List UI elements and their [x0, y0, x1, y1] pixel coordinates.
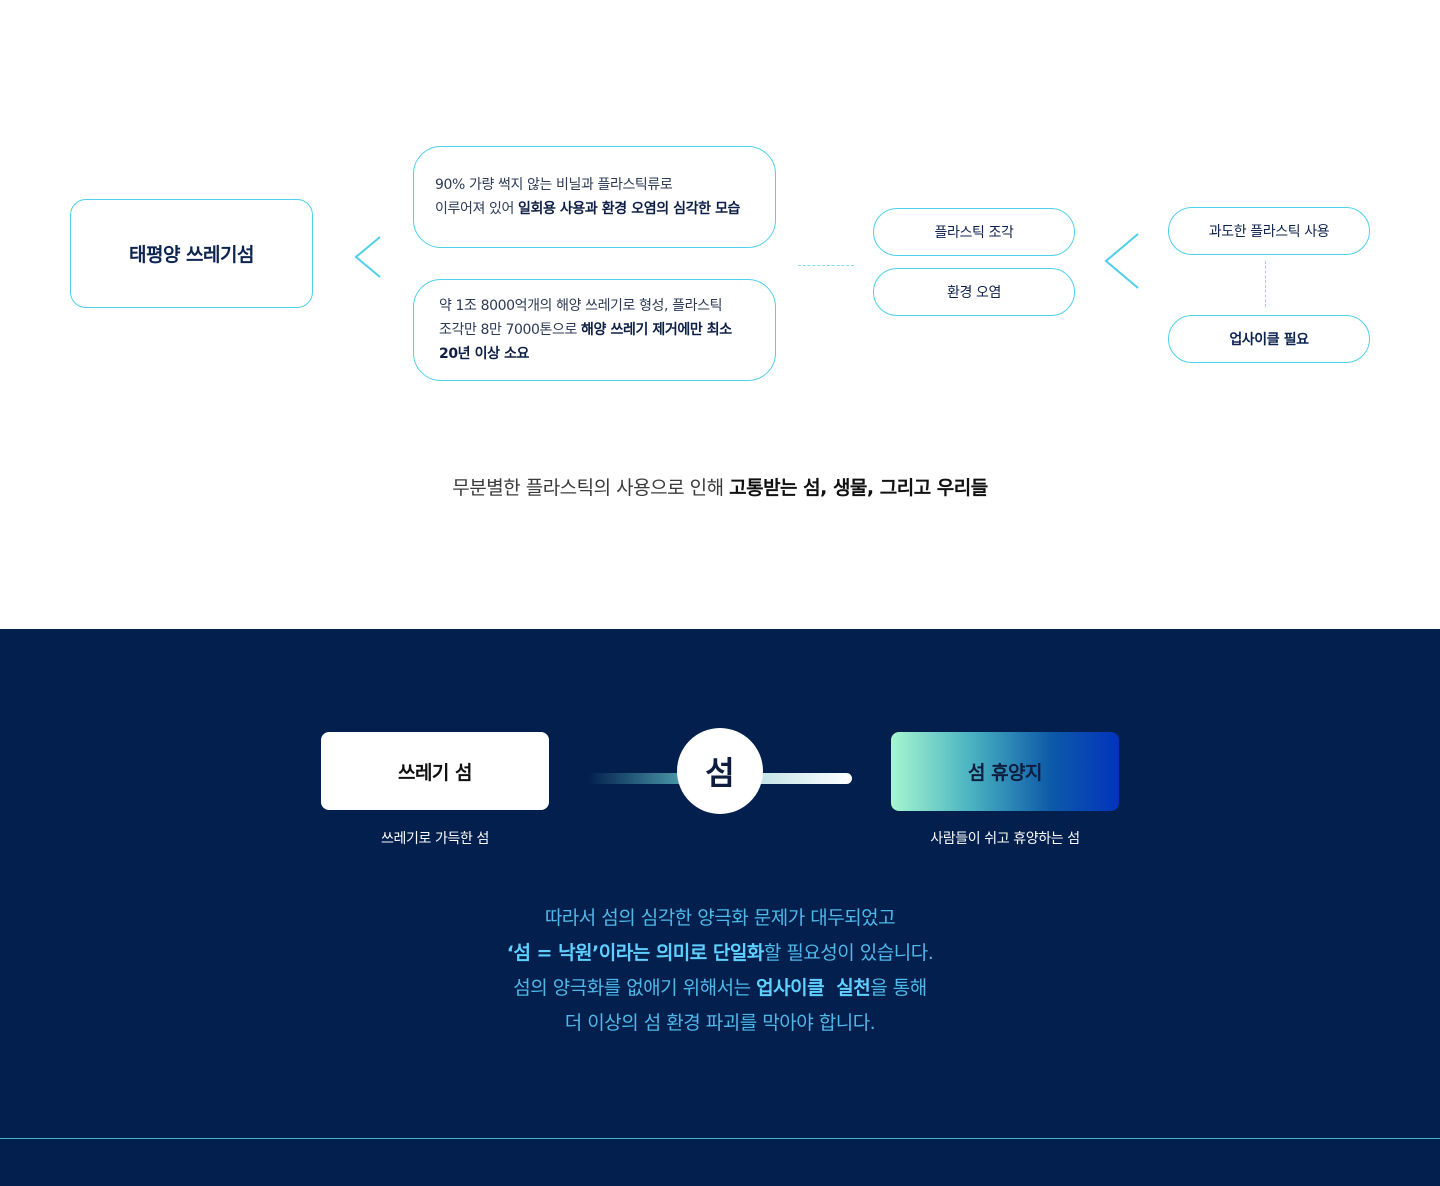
desc2-line2-plain: 조각만 8만 7000톤으로	[439, 322, 582, 338]
statement-line3-bold: 업사이클 실천	[756, 977, 871, 999]
statement-line4: 더 이상의 섬 환경 파괴를 막아야 합니다.	[564, 1012, 876, 1034]
island-circle-label: 섬	[705, 754, 735, 792]
main-topic-label: 태평양 쓰레기섬	[129, 244, 254, 266]
statement-line3-plain-a: 섬의 양극화를 없애기 위해서는	[513, 977, 757, 999]
desc1-line1: 90% 가량 썩지 않는 비닐과 플라스틱류로	[435, 177, 673, 193]
bottom-divider	[0, 1138, 1440, 1139]
desc2-line1: 약 1조 8000억개의 해양 쓰레기로 형성, 플라스틱	[439, 298, 723, 314]
cause-pill-plastic-pieces: 플라스틱 조각	[873, 208, 1075, 256]
tagline-bold: 고통받는 섬, 생물, 그리고 우리들	[729, 477, 988, 499]
desc2-line3: 20년 이상 소요	[439, 342, 775, 366]
connector-dashed-horizontal	[798, 265, 854, 266]
root-pill-upcycle: 업사이클 필요	[1168, 315, 1370, 363]
statement-line3: 섬의 양극화를 없애기 위해서는 업사이클 실천을 통해	[0, 971, 1440, 1006]
desc1-line2-bold: 일회용 사용과 환경 오염의 심각한 모습	[517, 201, 741, 217]
chevron-left-icon	[354, 236, 381, 278]
resort-island-label: 섬 휴양지	[967, 762, 1043, 784]
cause-pill-pollution-label: 환경 오염	[947, 285, 1001, 301]
description-box-1: 90% 가량 썩지 않는 비닐과 플라스틱류로 이루어져 있어 일회용 사용과 …	[413, 146, 776, 248]
cause-pill-plastic-pieces-label: 플라스틱 조각	[934, 225, 1014, 241]
cause-pill-pollution: 환경 오염	[873, 268, 1075, 316]
problem-flow-section: 태평양 쓰레기섬 90% 가량 썩지 않는 비닐과 플라스틱류로 이루어져 있어…	[0, 0, 1440, 629]
desc1-line2: 이루어져 있어 일회용 사용과 환경 오염의 심각한 모습	[435, 197, 775, 221]
tagline-plain: 무분별한 플라스틱의 사용으로 인해	[452, 477, 730, 499]
gradient-connector-left	[588, 773, 688, 784]
desc2-line2-bold: 해양 쓰레기 제거에만 최소	[581, 322, 732, 338]
trash-island-caption: 쓰레기로 가득한 섬	[381, 831, 489, 847]
resort-island-caption: 사람들이 쉬고 휴양하는 섬	[930, 831, 1080, 847]
desc2-line3-bold: 20년 이상 소요	[439, 346, 530, 362]
gradient-connector-right	[752, 773, 852, 784]
resort-island-box: 섬 휴양지	[891, 732, 1119, 811]
statement-line1: 따라서 섬의 심각한 양극화 문제가 대두되었고	[544, 907, 896, 929]
desc2-line2: 조각만 8만 7000톤으로 해양 쓰레기 제거에만 최소	[439, 318, 775, 342]
trash-island-box: 쓰레기 섬	[321, 732, 549, 810]
main-topic-box: 태평양 쓰레기섬	[70, 199, 313, 308]
connector-dashed-vertical	[1265, 261, 1266, 307]
trash-island-label: 쓰레기 섬	[397, 761, 473, 784]
root-pill-upcycle-label: 업사이클 필요	[1229, 332, 1309, 348]
solution-section: 쓰레기 섬 쓰레기로 가득한 섬 섬 섬 휴양지 사람들이 쉬고 휴양하는 섬 …	[0, 629, 1440, 1186]
statement-line2-plain: 할 필요성이 있습니다.	[763, 942, 934, 964]
statement-line2-bold: ‘섬 = 낙원’이라는 의미로 단일화	[506, 942, 765, 964]
root-pill-overuse: 과도한 플라스틱 사용	[1168, 207, 1370, 255]
statement-paragraph: 따라서 섬의 심각한 양극화 문제가 대두되었고 ‘섬 = 낙원’이라는 의미로…	[0, 901, 1440, 1041]
island-circle: 섬	[677, 728, 763, 814]
description-box-2: 약 1조 8000억개의 해양 쓰레기로 형성, 플라스틱 조각만 8만 700…	[413, 279, 776, 381]
root-pill-overuse-label: 과도한 플라스틱 사용	[1208, 224, 1330, 240]
desc1-line2-plain: 이루어져 있어	[435, 201, 518, 217]
statement-line2: ‘섬 = 낙원’이라는 의미로 단일화할 필요성이 있습니다.	[0, 936, 1440, 971]
chevron-left-icon	[1104, 233, 1139, 289]
statement-line3-plain-b: 을 통해	[870, 977, 927, 999]
tagline: 무분별한 플라스틱의 사용으로 인해 고통받는 섬, 생물, 그리고 우리들	[0, 473, 1440, 500]
